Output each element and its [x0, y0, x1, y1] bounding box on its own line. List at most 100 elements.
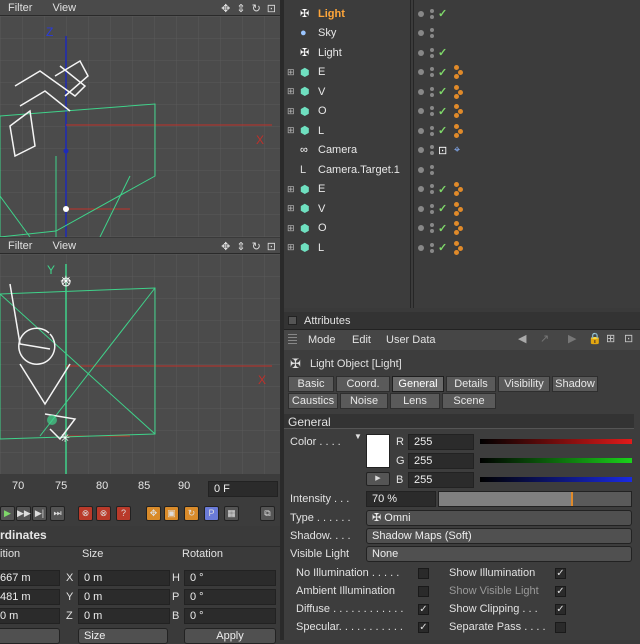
- object-row[interactable]: ∞ Camera ⊡ ⌖: [284, 141, 640, 161]
- visibility-dots[interactable]: [418, 203, 434, 214]
- rotate-icon[interactable]: ↻: [252, 2, 261, 15]
- viewport-bottom[interactable]: Filter View ✥ ⇕ ↻ ⊡ ✳ ✳ Y X: [0, 238, 280, 474]
- expand-icon[interactable]: ⊞: [287, 86, 295, 97]
- checkbox[interactable]: ✓: [418, 604, 429, 615]
- enabled-check[interactable]: ✓: [438, 46, 447, 59]
- end-icon[interactable]: ⏭: [50, 506, 65, 521]
- object-row[interactable]: ✠ Light ✓: [284, 43, 640, 63]
- visible-light-dropdown[interactable]: None: [366, 546, 632, 562]
- maximize-icon[interactable]: ⊡: [267, 240, 276, 253]
- visibility-dots[interactable]: [418, 125, 434, 136]
- object-row[interactable]: ✠ Light ✓: [284, 4, 640, 24]
- enabled-check[interactable]: ✓: [438, 7, 447, 20]
- rotation-b-field[interactable]: 0 °: [184, 608, 276, 624]
- step-forward-icon[interactable]: ▶▶: [16, 506, 31, 521]
- record-icon[interactable]: ⊗: [78, 506, 93, 521]
- enabled-check[interactable]: ✓: [438, 105, 447, 118]
- object-row[interactable]: ⊞ ⬢ E ✓: [284, 180, 640, 200]
- keyframe-help-icon[interactable]: ?: [116, 506, 131, 521]
- material-tags[interactable]: [454, 64, 466, 80]
- b-field[interactable]: 255: [408, 472, 474, 488]
- object-row[interactable]: ⊞ ⬢ L ✓: [284, 238, 640, 258]
- tab-scene[interactable]: Scene: [442, 393, 496, 409]
- rotate-key-icon[interactable]: ↻: [184, 506, 199, 521]
- r-field[interactable]: 255: [408, 434, 474, 450]
- position-z-field[interactable]: 0 m: [0, 608, 60, 624]
- tab-basic[interactable]: Basic: [288, 376, 334, 392]
- rotation-h-field[interactable]: 0 °: [184, 570, 276, 586]
- pan-icon[interactable]: ⇕: [236, 240, 245, 253]
- visibility-dots[interactable]: [418, 47, 434, 58]
- shadow-dropdown[interactable]: Shadow Maps (Soft): [366, 528, 632, 544]
- play-icon[interactable]: ▶: [0, 506, 15, 521]
- move-key-icon[interactable]: ✥: [146, 506, 161, 521]
- expand-icon[interactable]: ⊞: [287, 223, 295, 234]
- g-slider[interactable]: [480, 458, 632, 463]
- b-slider[interactable]: [480, 477, 632, 482]
- tab-general[interactable]: General: [392, 376, 444, 392]
- expand-icon[interactable]: ⊞: [287, 242, 295, 253]
- checkbox[interactable]: [418, 586, 429, 597]
- object-row[interactable]: ⊞ ⬢ L ✓: [284, 121, 640, 141]
- enabled-check[interactable]: ✓: [438, 66, 447, 79]
- rotate-icon[interactable]: ↻: [252, 240, 261, 253]
- color-dropdown-icon[interactable]: ▼: [354, 432, 362, 441]
- lock-icon[interactable]: 🔒: [588, 332, 602, 345]
- menu-view[interactable]: View: [52, 2, 76, 14]
- frame-field[interactable]: 0 F: [208, 481, 278, 497]
- object-row[interactable]: ⊞ ⬢ V ✓: [284, 199, 640, 219]
- expand-icon[interactable]: ⊞: [287, 67, 295, 78]
- grid-key-icon[interactable]: ▦: [224, 506, 239, 521]
- maximize-icon[interactable]: ⊡: [267, 2, 276, 15]
- checkbox[interactable]: [418, 568, 429, 579]
- new-window-icon[interactable]: ⊞: [606, 332, 615, 345]
- tab-shadow[interactable]: Shadow: [552, 376, 598, 392]
- checkbox[interactable]: ✓: [555, 604, 566, 615]
- enabled-check[interactable]: ✓: [438, 241, 447, 254]
- object-row[interactable]: ⊞ ⬢ O ✓: [284, 219, 640, 239]
- type-dropdown[interactable]: ✠ Omni: [366, 510, 632, 526]
- apply-button[interactable]: Apply: [184, 628, 276, 644]
- move-icon[interactable]: ✥: [221, 240, 230, 253]
- checkbox[interactable]: ✓: [555, 568, 566, 579]
- viewport-bottom-canvas[interactable]: ✳ ✳ Y X: [0, 254, 280, 474]
- enabled-check[interactable]: ✓: [438, 222, 447, 235]
- menu-filter[interactable]: Filter: [8, 240, 32, 252]
- position-mode-dropdown[interactable]: [0, 628, 60, 644]
- intensity-field[interactable]: 70 %: [366, 491, 436, 507]
- visibility-dots[interactable]: [418, 223, 434, 234]
- param-key-icon[interactable]: P: [204, 506, 219, 521]
- position-x-field[interactable]: 667 m: [0, 570, 60, 586]
- up-arrow-icon[interactable]: ↗: [540, 332, 549, 345]
- visibility-dots[interactable]: [418, 164, 434, 175]
- tab-lens[interactable]: Lens: [390, 393, 440, 409]
- tab-noise[interactable]: Noise: [340, 393, 388, 409]
- size-mode-dropdown[interactable]: Size: [78, 628, 168, 644]
- viewport-top-canvas[interactable]: Z X: [0, 16, 280, 237]
- material-tags[interactable]: [454, 181, 466, 197]
- camera-tag-icon[interactable]: ⊡: [438, 144, 447, 157]
- material-tags[interactable]: [454, 201, 466, 217]
- layout-icon[interactable]: ⧉: [260, 506, 275, 521]
- viewport-top[interactable]: Filter View ✥ ⇕ ↻ ⊡ Z X: [0, 0, 280, 237]
- enabled-check[interactable]: ✓: [438, 85, 447, 98]
- size-x-field[interactable]: 0 m: [78, 570, 170, 586]
- timeline-ruler[interactable]: 70 75 80 85 90: [0, 476, 200, 496]
- expand-icon[interactable]: ⊞: [287, 106, 295, 117]
- material-tags[interactable]: [454, 84, 466, 100]
- forward-arrow-icon[interactable]: ▶: [568, 332, 576, 345]
- pan-icon[interactable]: ⇕: [236, 2, 245, 15]
- checkbox[interactable]: ✓: [555, 586, 566, 597]
- object-row[interactable]: ⊞ ⬢ E ✓: [284, 63, 640, 83]
- menu-user-data[interactable]: User Data: [386, 334, 436, 346]
- visibility-dots[interactable]: [418, 8, 434, 19]
- back-arrow-icon[interactable]: ◀: [518, 332, 526, 345]
- forward-icon[interactable]: ▶|: [32, 506, 47, 521]
- enabled-check[interactable]: ✓: [438, 202, 447, 215]
- size-y-field[interactable]: 0 m: [78, 589, 170, 605]
- checkbox[interactable]: ✓: [418, 622, 429, 633]
- autokey-icon[interactable]: ⊗: [96, 506, 111, 521]
- enabled-check[interactable]: ✓: [438, 124, 447, 137]
- material-tags[interactable]: [454, 240, 466, 256]
- object-row[interactable]: ⊞ ⬢ V ✓: [284, 82, 640, 102]
